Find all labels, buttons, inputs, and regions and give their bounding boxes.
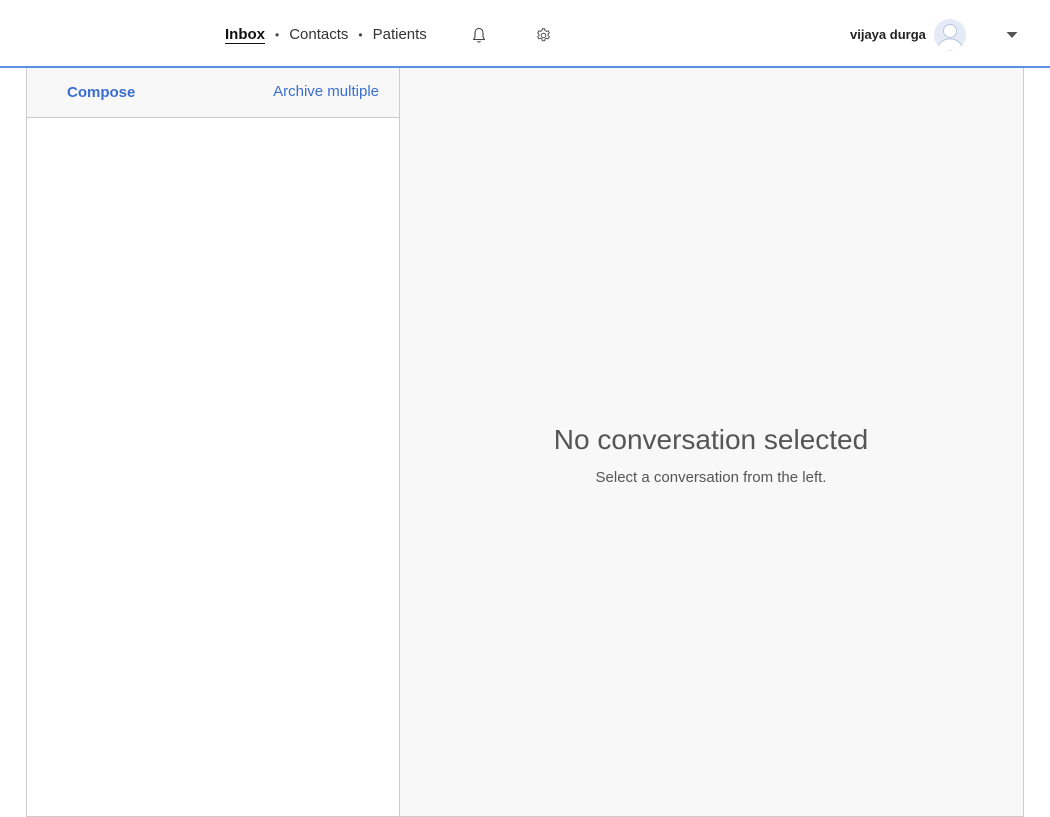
gear-icon — [536, 27, 550, 41]
nav-item-contacts[interactable]: Contacts — [289, 25, 348, 45]
conversation-list-panel: Compose Archive multiple — [26, 68, 400, 817]
nav-separator: • — [358, 28, 363, 42]
archive-multiple-link[interactable]: Archive multiple — [273, 83, 379, 100]
empty-state-title: No conversation selected — [553, 424, 869, 455]
chevron-down-icon[interactable] — [1006, 31, 1018, 39]
avatar[interactable] — [934, 19, 966, 51]
nav-item-inbox[interactable]: Inbox — [225, 26, 265, 44]
user-name: vijaya durga — [850, 27, 926, 42]
conversation-detail-panel: No conversation selected Select a conver… — [400, 68, 1024, 817]
notifications-button[interactable] — [469, 25, 489, 45]
conversation-list[interactable] — [27, 118, 399, 816]
nav-item-patients[interactable]: Patients — [373, 25, 427, 45]
compose-button[interactable]: Compose — [67, 84, 135, 101]
user-silhouette-icon — [936, 24, 964, 51]
empty-state-subtitle: Select a conversation from the left. — [595, 469, 827, 486]
nav-separator: • — [275, 28, 280, 42]
bell-icon — [472, 27, 486, 43]
settings-button[interactable] — [533, 25, 553, 45]
conversation-list-header: Compose Archive multiple — [27, 68, 399, 118]
top-navigation-bar: Inbox • Contacts • Patients vijaya durga — [0, 0, 1050, 68]
main-nav: Inbox • Contacts • Patients — [225, 25, 427, 45]
